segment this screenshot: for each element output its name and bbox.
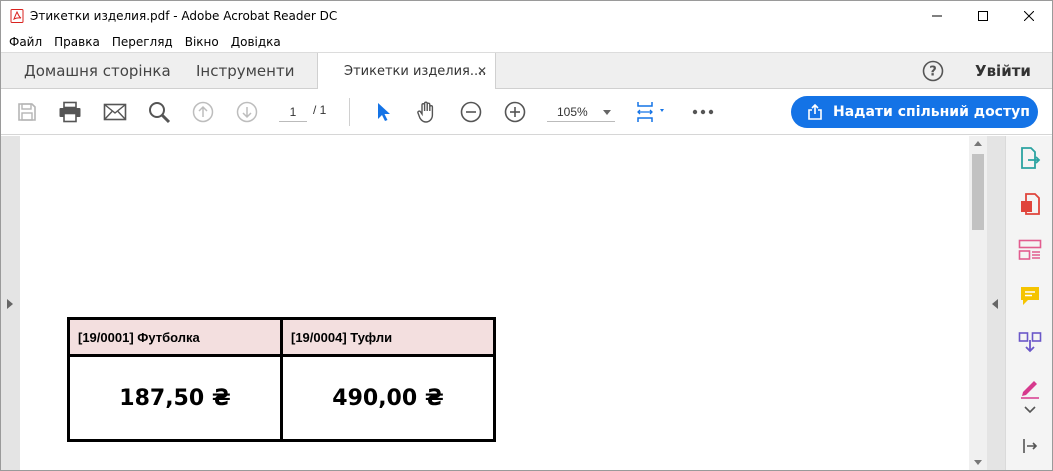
hand-icon xyxy=(417,101,434,123)
email-button[interactable] xyxy=(103,100,127,124)
label-cell: [19/0001] Футболка 187,50 ₴ xyxy=(70,320,280,439)
chevron-left-icon xyxy=(992,299,998,309)
collapse-pane-button[interactable] xyxy=(1018,434,1042,458)
zoom-out-button[interactable] xyxy=(459,100,483,124)
label-table: [19/0001] Футболка 187,50 ₴ [19/0004] Ту… xyxy=(67,317,496,442)
chevron-down-icon xyxy=(603,110,611,115)
export-pdf-icon xyxy=(1021,147,1041,169)
zoom-out-icon xyxy=(460,101,482,123)
comment-tool[interactable] xyxy=(1018,284,1042,308)
share-button[interactable]: Надати спільний доступ xyxy=(791,96,1038,128)
sign-in-button[interactable]: Увійти xyxy=(975,62,1031,80)
menu-file[interactable]: Файл xyxy=(3,35,48,49)
label-price: 490,00 ₴ xyxy=(283,357,493,439)
label-title: [19/0004] Туфли xyxy=(283,320,493,357)
create-pdf-icon xyxy=(1021,193,1040,215)
close-icon xyxy=(1024,11,1034,21)
tools-pane xyxy=(1005,136,1052,470)
help-icon[interactable]: ? xyxy=(922,60,944,82)
tab-bar: Домашня сторінка Інструменти Этикетки из… xyxy=(1,52,1052,90)
share-button-label: Надати спільний доступ xyxy=(833,104,1030,120)
svg-text:?: ? xyxy=(929,65,937,80)
tab-document[interactable]: Этикетки изделия.... ✕ xyxy=(317,53,496,90)
label-title: [19/0001] Футболка xyxy=(70,320,280,357)
maximize-icon xyxy=(978,11,988,21)
toolbar-divider xyxy=(349,98,350,126)
window-title: Этикетки изделия.pdf - Adobe Acrobat Rea… xyxy=(30,9,338,23)
pen-sign-icon xyxy=(1021,381,1039,399)
menu-view[interactable]: Перегляд xyxy=(106,35,179,49)
fit-width-icon xyxy=(637,102,664,122)
maximize-button[interactable] xyxy=(960,1,1006,31)
combine-files-tool[interactable] xyxy=(1018,330,1042,354)
arrow-up-circle-icon xyxy=(192,101,214,123)
arrow-down-circle-icon xyxy=(236,101,258,123)
prev-page-button[interactable] xyxy=(191,100,215,124)
tab-document-label: Этикетки изделия.... xyxy=(344,64,487,79)
right-panel-toggle[interactable] xyxy=(987,136,1005,470)
select-tool-button[interactable] xyxy=(371,100,395,124)
page-total: / 1 xyxy=(313,103,327,117)
minimize-button[interactable] xyxy=(914,1,960,31)
zoom-level-value: 105% xyxy=(557,105,588,119)
menu-bar: Файл Правка Перегляд Вікно Довідка xyxy=(1,31,1052,52)
menu-window[interactable]: Вікно xyxy=(179,35,225,49)
print-button[interactable] xyxy=(58,100,82,124)
save-button[interactable] xyxy=(15,100,39,124)
edit-pdf-tool[interactable] xyxy=(1018,238,1042,262)
scroll-down-icon[interactable] xyxy=(974,460,982,465)
acrobat-window: Этикетки изделия.pdf - Adobe Acrobat Rea… xyxy=(0,0,1053,471)
tab-tools[interactable]: Інструменти xyxy=(196,53,294,89)
more-horizontal-icon xyxy=(692,109,714,115)
zoom-level-select[interactable]: 105% xyxy=(547,102,615,122)
zoom-in-icon xyxy=(504,101,526,123)
toolbar: 1 / 1 105% Надати спільний доступ xyxy=(1,89,1052,135)
comment-icon xyxy=(1021,287,1039,305)
fill-sign-tool[interactable] xyxy=(1018,376,1042,400)
minimize-icon xyxy=(932,15,942,17)
page-number-input[interactable]: 1 xyxy=(279,102,307,122)
cursor-arrow-icon xyxy=(378,103,390,121)
tab-home[interactable]: Домашня сторінка xyxy=(24,53,171,89)
chevron-down-icon xyxy=(1024,406,1036,414)
window-controls xyxy=(914,1,1052,31)
share-icon xyxy=(808,104,822,120)
export-pdf-tool[interactable] xyxy=(1018,146,1042,170)
search-icon xyxy=(149,102,171,124)
edit-pdf-icon xyxy=(1018,239,1042,260)
more-tools-button[interactable] xyxy=(691,100,715,124)
collapse-right-icon xyxy=(1023,439,1038,453)
print-icon xyxy=(59,101,81,123)
scroll-thumb[interactable] xyxy=(972,154,984,230)
next-page-button[interactable] xyxy=(235,100,259,124)
scroll-up-icon[interactable] xyxy=(974,141,982,146)
vertical-scrollbar[interactable] xyxy=(969,136,987,470)
combine-files-icon xyxy=(1018,332,1042,353)
create-pdf-tool[interactable] xyxy=(1018,192,1042,216)
label-price: 187,50 ₴ xyxy=(70,357,280,439)
label-cell: [19/0004] Туфли 490,00 ₴ xyxy=(283,320,493,439)
save-icon xyxy=(18,103,36,121)
close-window-button[interactable] xyxy=(1006,1,1052,31)
envelope-icon xyxy=(103,103,127,121)
more-tools-expand[interactable] xyxy=(1018,402,1042,418)
chevron-right-icon xyxy=(7,299,13,309)
acrobat-pdf-icon xyxy=(10,9,24,23)
zoom-in-button[interactable] xyxy=(503,100,527,124)
left-panel-toggle[interactable] xyxy=(1,136,20,470)
tab-close-icon[interactable]: ✕ xyxy=(477,64,487,78)
menu-edit[interactable]: Правка xyxy=(48,35,106,49)
search-button[interactable] xyxy=(147,100,171,124)
menu-help[interactable]: Довідка xyxy=(225,35,287,49)
title-bar: Этикетки изделия.pdf - Adobe Acrobat Rea… xyxy=(1,1,1052,31)
fit-page-button[interactable] xyxy=(633,100,669,124)
hand-tool-button[interactable] xyxy=(415,100,439,124)
